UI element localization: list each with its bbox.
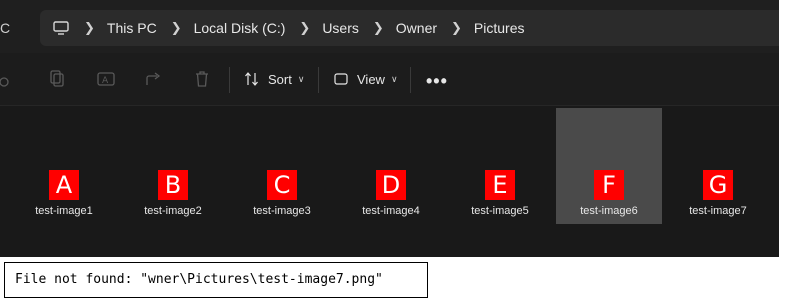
file-name: test-image1	[35, 205, 93, 217]
sort-button[interactable]: Sort ∨	[244, 67, 304, 91]
share-icon[interactable]	[144, 69, 164, 89]
error-message-box: File not found: "wner\Pictures\test-imag…	[4, 262, 428, 298]
breadcrumb-this-pc[interactable]: This PC	[107, 20, 157, 36]
more-options-icon[interactable]: •••	[426, 71, 448, 92]
delete-icon[interactable]	[192, 69, 212, 89]
file-tile[interactable]: A test-image1	[11, 108, 117, 224]
refresh-icon[interactable]: C	[0, 20, 10, 36]
rename-icon[interactable]: A	[96, 69, 116, 89]
cut-icon[interactable]	[0, 69, 16, 89]
command-bar: A Sort ∨ View ∨ •••	[0, 53, 779, 106]
view-icon	[334, 73, 348, 85]
file-tile[interactable]: B test-image2	[120, 108, 226, 224]
sort-label: Sort	[268, 71, 292, 87]
error-message: File not found: "wner\Pictures\test-imag…	[15, 272, 383, 287]
image-thumbnail: A	[49, 170, 79, 200]
chevron-down-icon: ∨	[297, 73, 305, 84]
file-name: test-image5	[471, 205, 529, 217]
toolbar-divider	[410, 67, 411, 93]
breadcrumb-pictures[interactable]: Pictures	[474, 20, 525, 36]
file-tile[interactable]: E test-image5	[447, 108, 553, 224]
view-label: View	[357, 71, 385, 87]
chevron-right-icon: ❯	[84, 20, 95, 35]
file-grid: A test-image1 B test-image2 C test-image…	[0, 106, 779, 257]
file-name: test-image6	[580, 205, 638, 217]
address-row: C ❯ This PC ❯ Local Disk (C:) ❯ Users ❯ …	[0, 0, 779, 53]
file-explorer-window: C ❯ This PC ❯ Local Disk (C:) ❯ Users ❯ …	[0, 0, 779, 257]
image-thumbnail: C	[267, 170, 297, 200]
file-tile[interactable]: G test-image7	[665, 108, 771, 224]
chevron-right-icon: ❯	[170, 20, 182, 35]
file-name: test-image2	[144, 205, 202, 217]
file-name: test-image4	[362, 205, 420, 217]
copy-icon[interactable]	[48, 69, 68, 89]
view-button[interactable]: View ∨	[333, 67, 398, 91]
image-thumbnail: G	[703, 170, 733, 200]
chevron-right-icon: ❯	[299, 20, 311, 35]
computer-icon	[53, 21, 69, 35]
chevron-right-icon: ❯	[451, 20, 462, 35]
svg-text:A: A	[102, 76, 109, 86]
chevron-right-icon: ❯	[372, 20, 384, 35]
breadcrumb-owner[interactable]: Owner	[396, 20, 437, 36]
image-thumbnail: E	[485, 170, 515, 200]
file-name: test-image7	[689, 205, 747, 217]
breadcrumb-users[interactable]: Users	[322, 20, 359, 36]
toolbar-divider	[318, 67, 319, 93]
breadcrumb-local-disk[interactable]: Local Disk (C:)	[194, 20, 286, 36]
address-bar[interactable]: ❯ This PC ❯ Local Disk (C:) ❯ Users ❯ Ow…	[40, 10, 779, 46]
file-tile[interactable]: D test-image4	[338, 108, 444, 224]
image-thumbnail: B	[158, 170, 188, 200]
file-tile[interactable]: C test-image3	[229, 108, 335, 224]
toolbar-divider	[229, 67, 230, 93]
image-thumbnail: D	[376, 170, 406, 200]
image-thumbnail: F	[594, 170, 624, 200]
file-name: test-image3	[253, 205, 311, 217]
sort-icon	[245, 72, 258, 86]
chevron-down-icon: ∨	[390, 73, 398, 84]
file-tile-selected[interactable]: F test-image6	[556, 108, 662, 224]
